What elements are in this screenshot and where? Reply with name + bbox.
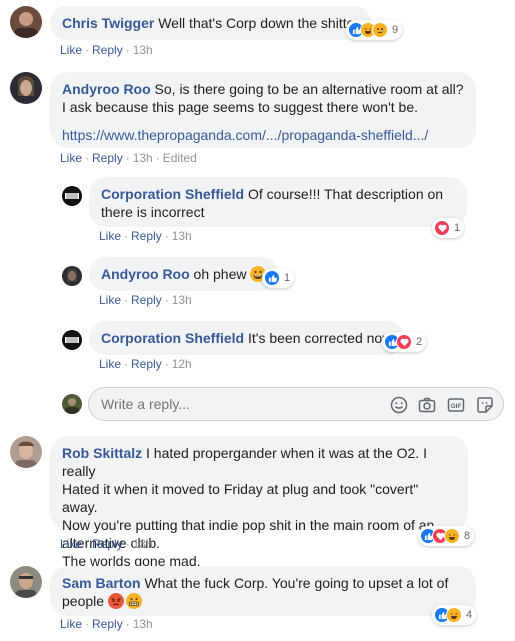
comment-text: people xyxy=(62,593,108,609)
reaction-count: 1 xyxy=(284,272,291,284)
reply-link[interactable]: Reply xyxy=(131,293,162,307)
comment-text: It's been corrected now xyxy=(244,330,393,346)
timestamp[interactable]: 13h xyxy=(133,537,153,551)
gif-icon[interactable]: GIF xyxy=(446,395,466,415)
reaction-summary[interactable]: 2 xyxy=(382,332,427,352)
comment-bubble: Corporation Sheffield It's been correcte… xyxy=(89,321,405,355)
timestamp[interactable]: 13h xyxy=(172,229,192,243)
like-link[interactable]: Like xyxy=(60,43,82,57)
reaction-summary[interactable]: 1 xyxy=(262,268,295,288)
reaction-summary[interactable]: 8 xyxy=(418,526,475,546)
svg-text:GIF: GIF xyxy=(451,403,462,410)
reply-link[interactable]: Reply xyxy=(92,151,123,165)
reply-link[interactable]: Reply xyxy=(131,229,162,243)
comment-text-line: Hated it when it moved to Friday at plug… xyxy=(62,481,419,515)
reply-link[interactable]: Reply xyxy=(92,537,123,551)
comment-actions: Like · Reply · 13h xyxy=(60,537,153,551)
comment-bubble: Sam Barton What the fuck Corp. You're go… xyxy=(50,566,476,616)
love-reaction-icon xyxy=(396,334,412,350)
avatar[interactable] xyxy=(62,266,82,286)
angry-emoji-icon xyxy=(107,593,124,613)
current-user-avatar xyxy=(62,394,82,414)
avatar[interactable] xyxy=(62,186,82,206)
reply-link[interactable]: Reply xyxy=(131,357,162,371)
reaction-summary[interactable]: 4 xyxy=(432,605,477,625)
comment-actions: Like · Reply · 13h · Edited xyxy=(60,151,197,165)
comment-author[interactable]: Andyroo Roo xyxy=(62,81,151,97)
timestamp[interactable]: 13h xyxy=(172,293,192,307)
love-reaction-icon xyxy=(434,220,450,236)
avatar[interactable] xyxy=(62,330,82,350)
grimacing-emoji-icon xyxy=(125,593,142,613)
sticker-icon[interactable] xyxy=(475,395,495,415)
comment-bubble: Andyroo Roo So, is there going to be an … xyxy=(50,72,476,148)
comment-bubble: Chris Twigger Well that's Corp down the … xyxy=(50,6,372,40)
like-link[interactable]: Like xyxy=(60,617,82,631)
comment-author[interactable]: Corporation Sheffield xyxy=(101,330,244,346)
like-link[interactable]: Like xyxy=(99,357,121,371)
comment-actions: Like · Reply · 13h xyxy=(99,229,192,243)
comment-actions: Like · Reply · 13h xyxy=(60,43,153,57)
reaction-summary[interactable]: 1 xyxy=(432,218,465,238)
comment-author[interactable]: Chris Twigger xyxy=(62,15,154,31)
edited-label[interactable]: Edited xyxy=(163,151,197,165)
comment-author[interactable]: Sam Barton xyxy=(62,575,141,591)
comment-actions: Like · Reply · 13h xyxy=(60,617,153,631)
timestamp[interactable]: 13h xyxy=(133,43,153,57)
reply-box[interactable]: GIF xyxy=(88,387,504,421)
avatar[interactable] xyxy=(10,566,42,598)
like-link[interactable]: Like xyxy=(99,293,121,307)
comment-bubble: Rob Skittalz I hated propergander when i… xyxy=(50,436,468,569)
reaction-count: 1 xyxy=(454,222,461,234)
comment-bubble: Andyroo Roo oh phew xyxy=(89,257,279,291)
comment-link[interactable]: https://www.thepropaganda.com/.../propag… xyxy=(62,127,428,143)
reaction-count: 9 xyxy=(392,24,399,36)
haha-reaction-icon xyxy=(444,528,460,544)
comment-author[interactable]: Andyroo Roo xyxy=(101,266,190,282)
reaction-count: 4 xyxy=(466,609,473,621)
comment-text-line: Now you're putting that indie pop shit i… xyxy=(62,517,435,533)
comment-text: oh phew xyxy=(189,266,251,282)
like-link[interactable]: Like xyxy=(99,229,121,243)
like-link[interactable]: Like xyxy=(60,151,82,165)
like-reaction-icon xyxy=(264,270,280,286)
avatar[interactable] xyxy=(10,72,42,104)
reaction-count: 8 xyxy=(464,530,471,542)
timestamp[interactable]: 13h xyxy=(133,151,153,165)
avatar[interactable] xyxy=(10,6,42,38)
comment-bubble: Corporation Sheffield Of course!!! That … xyxy=(89,177,467,227)
sad-reaction-icon xyxy=(372,22,388,38)
timestamp[interactable]: 13h xyxy=(133,617,153,631)
comment-actions: Like · Reply · 12h xyxy=(99,357,192,371)
comment-actions: Like · Reply · 13h xyxy=(99,293,192,307)
reply-link[interactable]: Reply xyxy=(92,617,123,631)
reply-input[interactable] xyxy=(101,396,361,412)
like-link[interactable]: Like xyxy=(60,537,82,551)
comment-author[interactable]: Corporation Sheffield xyxy=(101,186,244,202)
reply-link[interactable]: Reply xyxy=(92,43,123,57)
haha-reaction-icon xyxy=(446,607,462,623)
avatar[interactable] xyxy=(10,436,42,468)
camera-icon[interactable] xyxy=(417,395,437,415)
reaction-count: 2 xyxy=(416,336,423,348)
comment-text: What the fuck Corp. You're going to upse… xyxy=(140,575,449,591)
comment-author[interactable]: Rob Skittalz xyxy=(62,445,142,461)
reaction-summary[interactable]: 9 xyxy=(346,20,403,40)
timestamp[interactable]: 12h xyxy=(172,357,192,371)
comment-text: Well that's Corp down the shitter xyxy=(154,15,360,31)
emoji-icon[interactable] xyxy=(389,395,409,415)
